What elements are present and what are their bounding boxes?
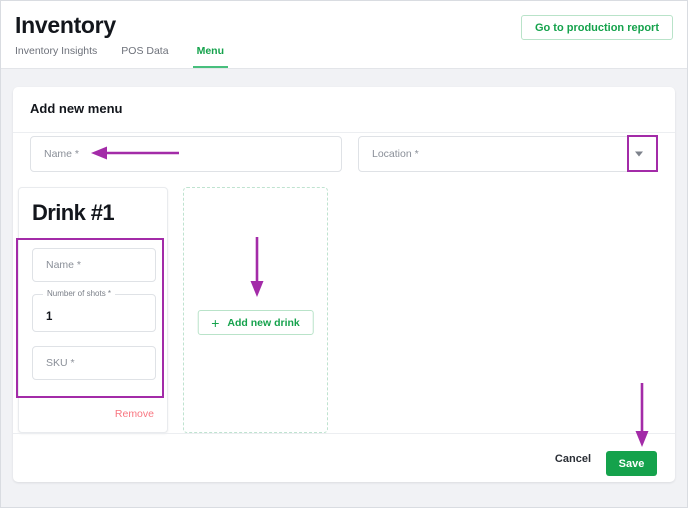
menu-name-input[interactable]: Name * [30, 136, 342, 172]
location-select[interactable]: Location * [358, 136, 658, 172]
drink-card: Drink #1 Name * Number of shots * 1 SKU … [18, 187, 168, 433]
tab-inventory-insights[interactable]: Inventory Insights [15, 45, 97, 68]
drink-name-input[interactable]: Name * [32, 248, 156, 282]
add-new-drink-button[interactable]: + Add new drink [197, 310, 314, 335]
tab-pos-data[interactable]: POS Data [121, 45, 168, 68]
drink-shots-value: 1 [46, 311, 53, 323]
card-footer-divider [13, 433, 675, 434]
cancel-button[interactable]: Cancel [551, 447, 595, 471]
location-placeholder: Location * [372, 148, 419, 160]
save-button[interactable]: Save [606, 451, 657, 476]
drink-card-fields: Name * Number of shots * 1 SKU * [32, 248, 156, 380]
tab-menu[interactable]: Menu [192, 45, 228, 68]
add-drink-card: + Add new drink [183, 187, 328, 433]
plus-icon: + [211, 314, 220, 331]
page-title: Inventory [15, 12, 116, 38]
tab-bar: Inventory Insights POS Data Menu [15, 45, 252, 68]
drink-card-heading: Drink #1 [32, 200, 115, 225]
drink-sku-input[interactable]: SKU * [32, 346, 156, 380]
card-title: Add new menu [30, 101, 123, 116]
chevron-down-icon[interactable] [635, 151, 643, 157]
page-header: Inventory Go to production report Invent… [1, 1, 687, 69]
header-divider [1, 68, 687, 69]
menu-name-placeholder: Name * [44, 148, 80, 160]
add-new-drink-label: Add new drink [227, 316, 300, 329]
remove-drink-link[interactable]: Remove [115, 408, 154, 420]
drink-sku-placeholder: SKU * [46, 357, 75, 369]
add-new-menu-card: Add new menu Name * Location * Drink #1 … [13, 87, 675, 482]
card-title-divider [13, 132, 675, 133]
drink-shots-label: Number of shots * [43, 289, 116, 298]
go-to-production-report-button[interactable]: Go to production report [520, 15, 673, 40]
drink-shots-input[interactable]: Number of shots * 1 [32, 289, 156, 332]
drink-name-placeholder: Name * [46, 259, 82, 271]
app-page: Inventory Go to production report Invent… [0, 0, 688, 508]
